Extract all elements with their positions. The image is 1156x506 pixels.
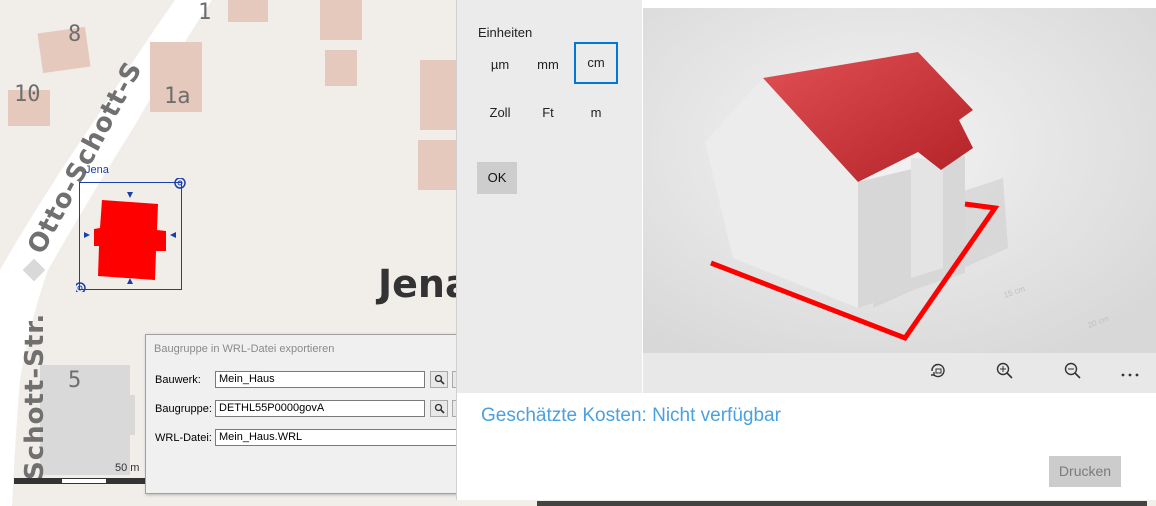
field-label-bauwerk: Bauwerk: <box>155 374 201 386</box>
ok-button[interactable]: OK <box>477 162 517 194</box>
unit-ft-button[interactable]: Ft <box>526 92 570 134</box>
scale-label: 50 m <box>115 462 140 474</box>
selection-label: Jena <box>85 164 109 176</box>
building-block <box>420 60 458 130</box>
zoom-in-button[interactable] <box>993 361 1017 385</box>
units-panel: Einheiten µm mm cm Zoll Ft m OK <box>457 0 642 393</box>
viewport-toolbar <box>643 353 1156 393</box>
search-icon <box>434 374 445 385</box>
search-icon <box>434 403 445 414</box>
building-block <box>325 50 357 86</box>
building-block <box>228 0 268 22</box>
bauwerk-search-button[interactable] <box>430 371 448 388</box>
baugruppe-input[interactable]: DETHL55P0000govA <box>215 400 425 417</box>
more-options-button[interactable] <box>1119 361 1143 385</box>
unit-um-button[interactable]: µm <box>478 44 522 86</box>
house-number: 1a <box>164 84 191 109</box>
3d-viewport[interactable]: 15 cm 20 cm <box>643 8 1156 353</box>
bauwerk-input[interactable]: Mein_Haus <box>215 371 425 388</box>
rotate-view-button[interactable] <box>926 361 950 385</box>
gray-building <box>110 395 135 435</box>
zoom-in-icon <box>996 362 1013 379</box>
unit-cm-button[interactable]: cm <box>574 42 618 84</box>
house-number: 5 <box>68 368 82 393</box>
house-number: 8 <box>68 22 82 47</box>
unit-zoll-button[interactable]: Zoll <box>478 92 522 134</box>
street-label: Schott-Str. <box>20 312 50 480</box>
units-heading: Einheiten <box>478 25 533 40</box>
baugruppe-search-button[interactable] <box>430 400 448 417</box>
dialog-title: Baugruppe in WRL-Datei exportieren <box>154 343 335 355</box>
selected-building[interactable] <box>76 178 188 292</box>
rotate-view-icon <box>931 363 945 378</box>
house-number: 10 <box>14 82 41 107</box>
more-options-icon <box>1121 373 1139 377</box>
scale-bar <box>14 478 146 484</box>
zoom-out-button[interactable] <box>1061 361 1085 385</box>
zoom-out-icon <box>1064 362 1081 379</box>
city-label: Jena <box>378 262 458 306</box>
print-button[interactable]: Drucken <box>1049 456 1121 487</box>
house-model: 15 cm 20 cm <box>643 8 1156 353</box>
building-block <box>320 0 362 40</box>
house-number: 1 <box>198 0 212 25</box>
field-label-baugruppe: Baugruppe: <box>155 403 212 415</box>
estimated-cost-text: Geschätzte Kosten: Nicht verfügbar <box>481 405 781 426</box>
taskbar-edge <box>537 501 1147 506</box>
building-block <box>37 26 91 74</box>
unit-m-button[interactable]: m <box>574 92 618 134</box>
unit-mm-button[interactable]: mm <box>526 44 570 86</box>
wrl-file-input[interactable]: Mein_Haus.WRL <box>215 429 460 446</box>
3d-print-window: Einheiten µm mm cm Zoll Ft m OK 15 cm 20… <box>456 0 1156 500</box>
export-dialog: Baugruppe in WRL-Datei exportieren Bauwe… <box>145 334 467 494</box>
field-label-wrl: WRL-Datei: <box>155 432 212 444</box>
building-block <box>418 140 458 190</box>
